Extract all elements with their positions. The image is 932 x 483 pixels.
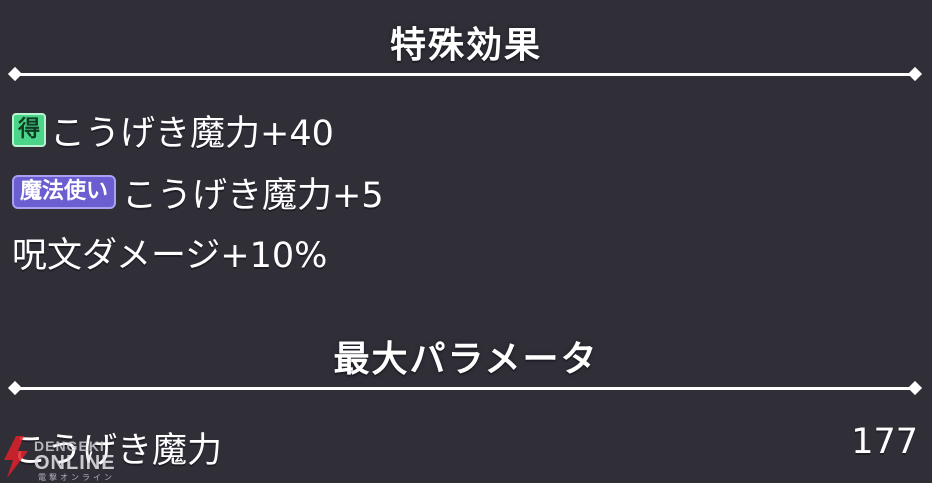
- effect-text: こうげき魔力+40: [50, 113, 334, 154]
- wizard-badge: 魔法使い: [12, 175, 117, 209]
- effect-text: こうげき魔力+5: [122, 175, 384, 216]
- divider-line: [16, 73, 914, 76]
- max-params-divider: [7, 380, 923, 396]
- divider-line: [16, 387, 914, 390]
- effect-row: 魔法使い こうげき魔力+5: [12, 170, 384, 216]
- divider-right-diamond: [907, 66, 923, 82]
- special-effects-title: 特殊効果: [389, 25, 542, 66]
- max-params-title: 最大パラメータ: [333, 339, 599, 380]
- effect-row: 得 こうげき魔力+40: [12, 108, 334, 154]
- param-row: こうげき魔力 177: [12, 420, 918, 471]
- toku-badge: 得: [12, 113, 46, 147]
- special-effects-divider: [7, 66, 923, 82]
- effect-row: 呪文ダメージ+10%: [12, 230, 327, 276]
- lightning-bolt-icon: [4, 436, 28, 478]
- watermark-line3: 電撃オンライン: [38, 473, 115, 482]
- param-value: 177: [851, 422, 918, 462]
- effect-text: 呪文ダメージ+10%: [12, 235, 328, 276]
- dengeki-online-watermark: DENGEKI ONLINE 電撃オンライン: [0, 434, 130, 482]
- divider-right-diamond: [907, 380, 923, 396]
